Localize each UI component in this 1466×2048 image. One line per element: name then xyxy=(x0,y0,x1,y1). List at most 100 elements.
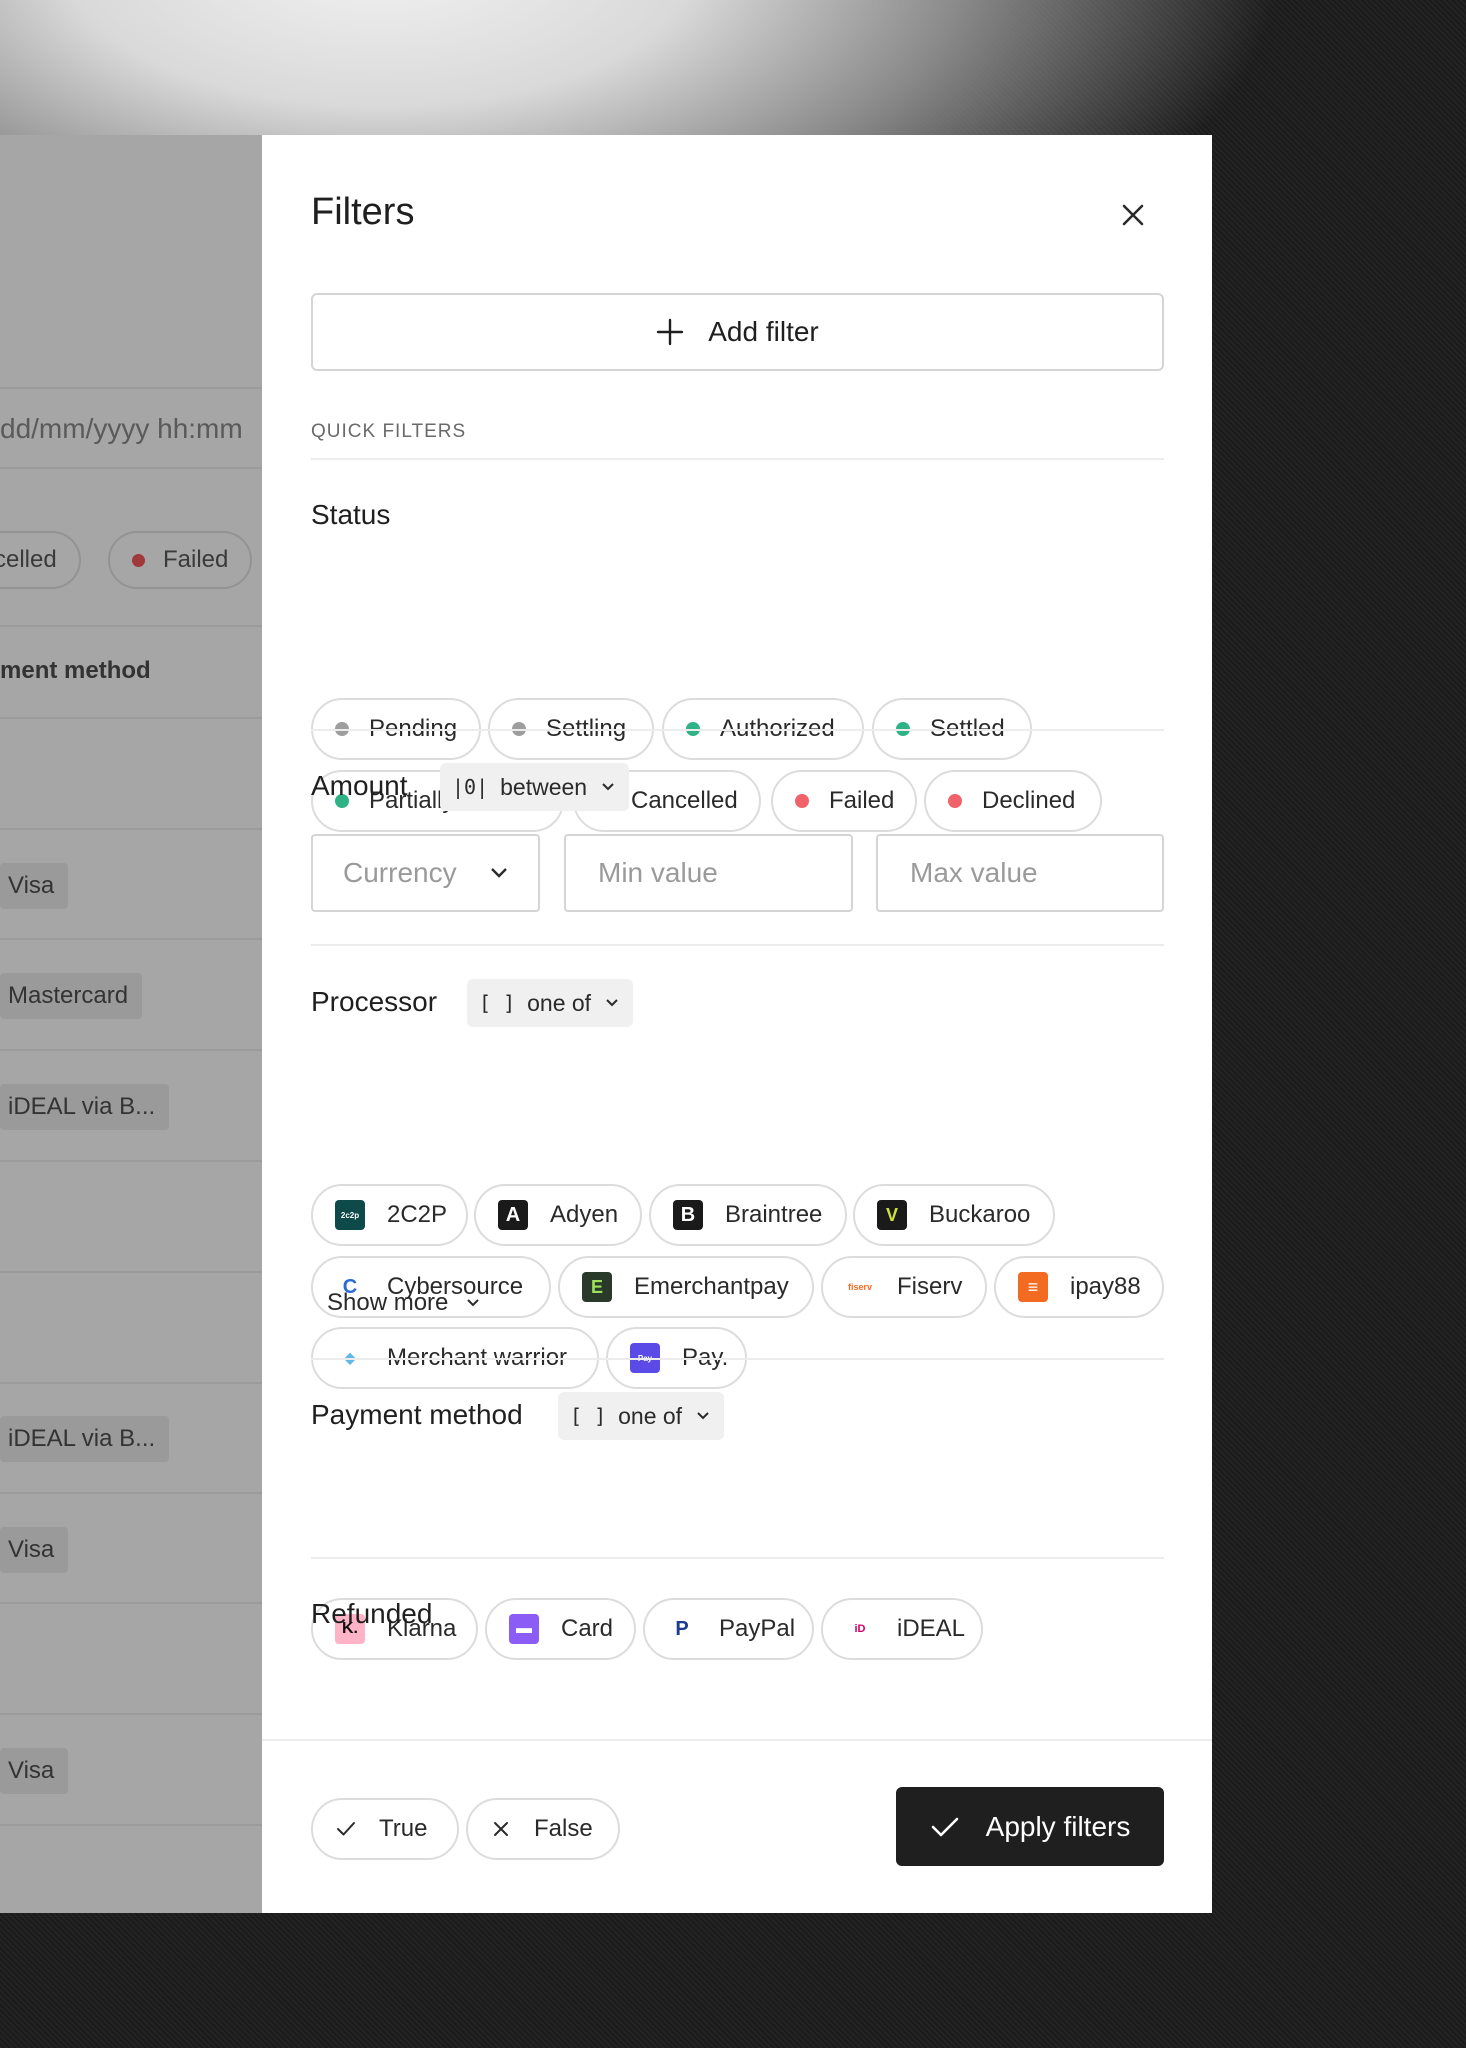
min-value-field[interactable] xyxy=(564,834,853,912)
between-icon: |0| xyxy=(452,775,489,799)
chevron-down-icon xyxy=(491,868,507,878)
payment-method-title: Payment method xyxy=(311,1399,523,1430)
refunded-chip-false[interactable]: False xyxy=(466,1798,620,1860)
one-of-icon: [ ] xyxy=(570,1404,607,1428)
background-app: dd/mm/yyyy hh:mm celled Failed ment meth… xyxy=(0,135,262,1913)
column-header: ment method xyxy=(0,657,151,684)
card-icon: ▬ xyxy=(509,1614,539,1644)
status-dot xyxy=(795,794,809,808)
row-divider xyxy=(0,1602,262,1604)
emerchantpay-icon: E xyxy=(582,1272,612,1302)
status-title: Status xyxy=(311,499,391,530)
check-icon xyxy=(931,1817,958,1836)
chip-label: Failed xyxy=(163,546,229,573)
currency-placeholder: Currency xyxy=(343,857,457,888)
chip-label: Declined xyxy=(982,787,1076,814)
chevron-down-icon xyxy=(467,1299,480,1307)
max-value-field[interactable] xyxy=(876,834,1164,912)
payment-tag: Visa xyxy=(0,1748,69,1794)
processor-chip-adyen[interactable]: A Adyen xyxy=(474,1184,642,1246)
payment-tag: iDEAL via B... xyxy=(0,1416,170,1462)
divider xyxy=(311,729,1164,731)
status-chip-declined[interactable]: Declined xyxy=(924,770,1102,832)
chevron-down-icon xyxy=(606,999,618,1007)
payment-tag: Visa xyxy=(0,863,69,909)
processor-chip-emerchantpay[interactable]: E Emerchantpay xyxy=(558,1256,814,1318)
payment-tag: Visa xyxy=(0,1527,69,1573)
fiserv-icon: fiserv xyxy=(845,1272,875,1302)
row-divider xyxy=(0,1160,262,1162)
footer-divider xyxy=(262,1739,1212,1741)
chip-label: PayPal xyxy=(719,1615,796,1642)
status-dot xyxy=(132,553,145,567)
processor-chip-braintree[interactable]: B Braintree xyxy=(649,1184,847,1246)
show-more-label: Show more xyxy=(327,1289,449,1316)
ideal-icon: iD xyxy=(845,1614,875,1644)
row-divider xyxy=(0,938,262,940)
row-divider xyxy=(0,1271,262,1273)
operator-label: between xyxy=(500,773,588,800)
currency-select[interactable]: Currency xyxy=(311,834,540,912)
filters-panel: Filters Add filter QUICK FILTERS Status … xyxy=(262,135,1212,1913)
row-divider xyxy=(0,1492,262,1494)
payment-method-chip-paypal[interactable]: P PayPal xyxy=(643,1598,814,1660)
divider xyxy=(311,1358,1164,1360)
row-divider xyxy=(0,387,262,389)
chip-label: Braintree xyxy=(725,1201,823,1228)
chip-label: False xyxy=(534,1815,593,1842)
processor-chip-buckaroo[interactable]: V Buckaroo xyxy=(853,1184,1055,1246)
row-divider xyxy=(0,467,262,469)
processor-operator-dropdown[interactable]: [ ] one of xyxy=(467,979,634,1027)
row-divider xyxy=(0,1049,262,1051)
min-value-input[interactable] xyxy=(596,856,821,890)
braintree-icon: B xyxy=(673,1200,703,1230)
row-divider xyxy=(0,625,262,627)
payment-tag: Mastercard xyxy=(0,973,143,1019)
refunded-title: Refunded xyxy=(311,1598,433,1629)
divider xyxy=(311,944,1164,946)
chip-label: Card xyxy=(561,1615,614,1642)
amount-title: Amount xyxy=(311,770,408,801)
show-more-button[interactable]: Show more xyxy=(327,1289,480,1317)
apply-filters-button[interactable]: Apply filters xyxy=(896,1787,1164,1866)
row-divider xyxy=(0,1382,262,1384)
status-chip-failed: Failed xyxy=(108,531,253,589)
row-divider xyxy=(0,1824,262,1826)
row-divider xyxy=(0,828,262,830)
payment-method-chip-ideal[interactable]: iD iDEAL xyxy=(821,1598,983,1660)
chip-label: Adyen xyxy=(550,1201,619,1228)
refunded-chip-true[interactable]: True xyxy=(311,1798,459,1860)
paypal-icon: P xyxy=(667,1614,697,1644)
processor-chip-fiserv[interactable]: fiserv Fiserv xyxy=(821,1256,987,1318)
chevron-down-icon xyxy=(602,783,614,791)
chip-label: celled xyxy=(0,546,57,573)
close-icon[interactable] xyxy=(1117,199,1149,231)
status-chip-failed[interactable]: Failed xyxy=(771,770,917,832)
buckaroo-icon: V xyxy=(877,1200,907,1230)
operator-label: one of xyxy=(527,989,592,1016)
chip-label: Buckaroo xyxy=(929,1201,1031,1228)
adyen-icon: A xyxy=(498,1200,528,1230)
amount-operator-dropdown[interactable]: |0| between xyxy=(440,763,630,811)
payment-method-operator-dropdown[interactable]: [ ] one of xyxy=(558,1392,725,1440)
operator-label: one of xyxy=(618,1402,683,1429)
processor-chip-2c2p[interactable]: 2c2p 2C2P xyxy=(311,1184,468,1246)
chip-label: Emerchantpay xyxy=(634,1273,789,1300)
plus-icon xyxy=(657,318,684,346)
add-filter-button[interactable]: Add filter xyxy=(311,293,1164,371)
divider xyxy=(311,1557,1164,1559)
chip-label: Fiserv xyxy=(897,1273,963,1300)
ipay88-icon: ≡ xyxy=(1018,1272,1048,1302)
panel-title: Filters xyxy=(311,191,415,233)
processor-chip-ipay88[interactable]: ≡ ipay88 xyxy=(994,1256,1164,1318)
one-of-icon: [ ] xyxy=(479,991,516,1015)
processor-title: Processor xyxy=(311,986,438,1017)
max-value-input[interactable] xyxy=(908,856,1132,890)
divider xyxy=(311,458,1164,460)
date-input-placeholder: dd/mm/yyyy hh:mm xyxy=(0,413,243,444)
status-dot xyxy=(948,794,962,808)
payment-tag: iDEAL via B... xyxy=(0,1084,170,1130)
check-icon xyxy=(337,1822,355,1836)
row-divider xyxy=(0,717,262,719)
payment-method-chip-card[interactable]: ▬ Card xyxy=(485,1598,636,1660)
